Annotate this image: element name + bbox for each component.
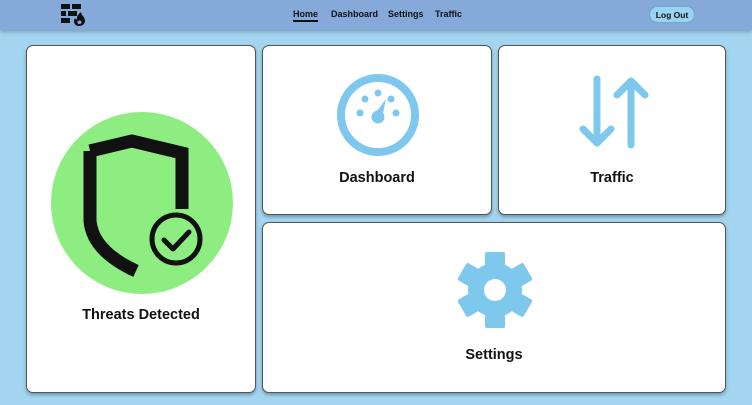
threats-detected-card[interactable]: Threats Detected <box>26 45 256 393</box>
traffic-label: Traffic <box>590 170 634 186</box>
threats-detected-label: Threats Detected <box>82 307 200 323</box>
main-nav: Home Dashboard Settings Traffic <box>0 0 752 30</box>
speedometer-icon <box>337 74 419 156</box>
gear-icon <box>457 252 533 328</box>
up-down-arrows-icon <box>579 75 649 149</box>
shield-check-icon <box>51 112 233 294</box>
dashboard-label: Dashboard <box>339 170 415 186</box>
logout-button[interactable]: Log Out <box>649 6 695 23</box>
nav-settings[interactable]: Settings <box>388 9 424 19</box>
settings-label: Settings <box>465 347 523 363</box>
dashboard-card[interactable]: Dashboard <box>262 45 492 215</box>
nav-traffic[interactable]: Traffic <box>435 9 462 19</box>
top-navigation-bar: Home Dashboard Settings Traffic Log Out <box>0 0 752 30</box>
traffic-card[interactable]: Traffic <box>498 45 726 215</box>
nav-home[interactable]: Home <box>293 9 319 22</box>
nav-dashboard[interactable]: Dashboard <box>331 9 378 19</box>
settings-card[interactable]: Settings <box>262 222 726 393</box>
